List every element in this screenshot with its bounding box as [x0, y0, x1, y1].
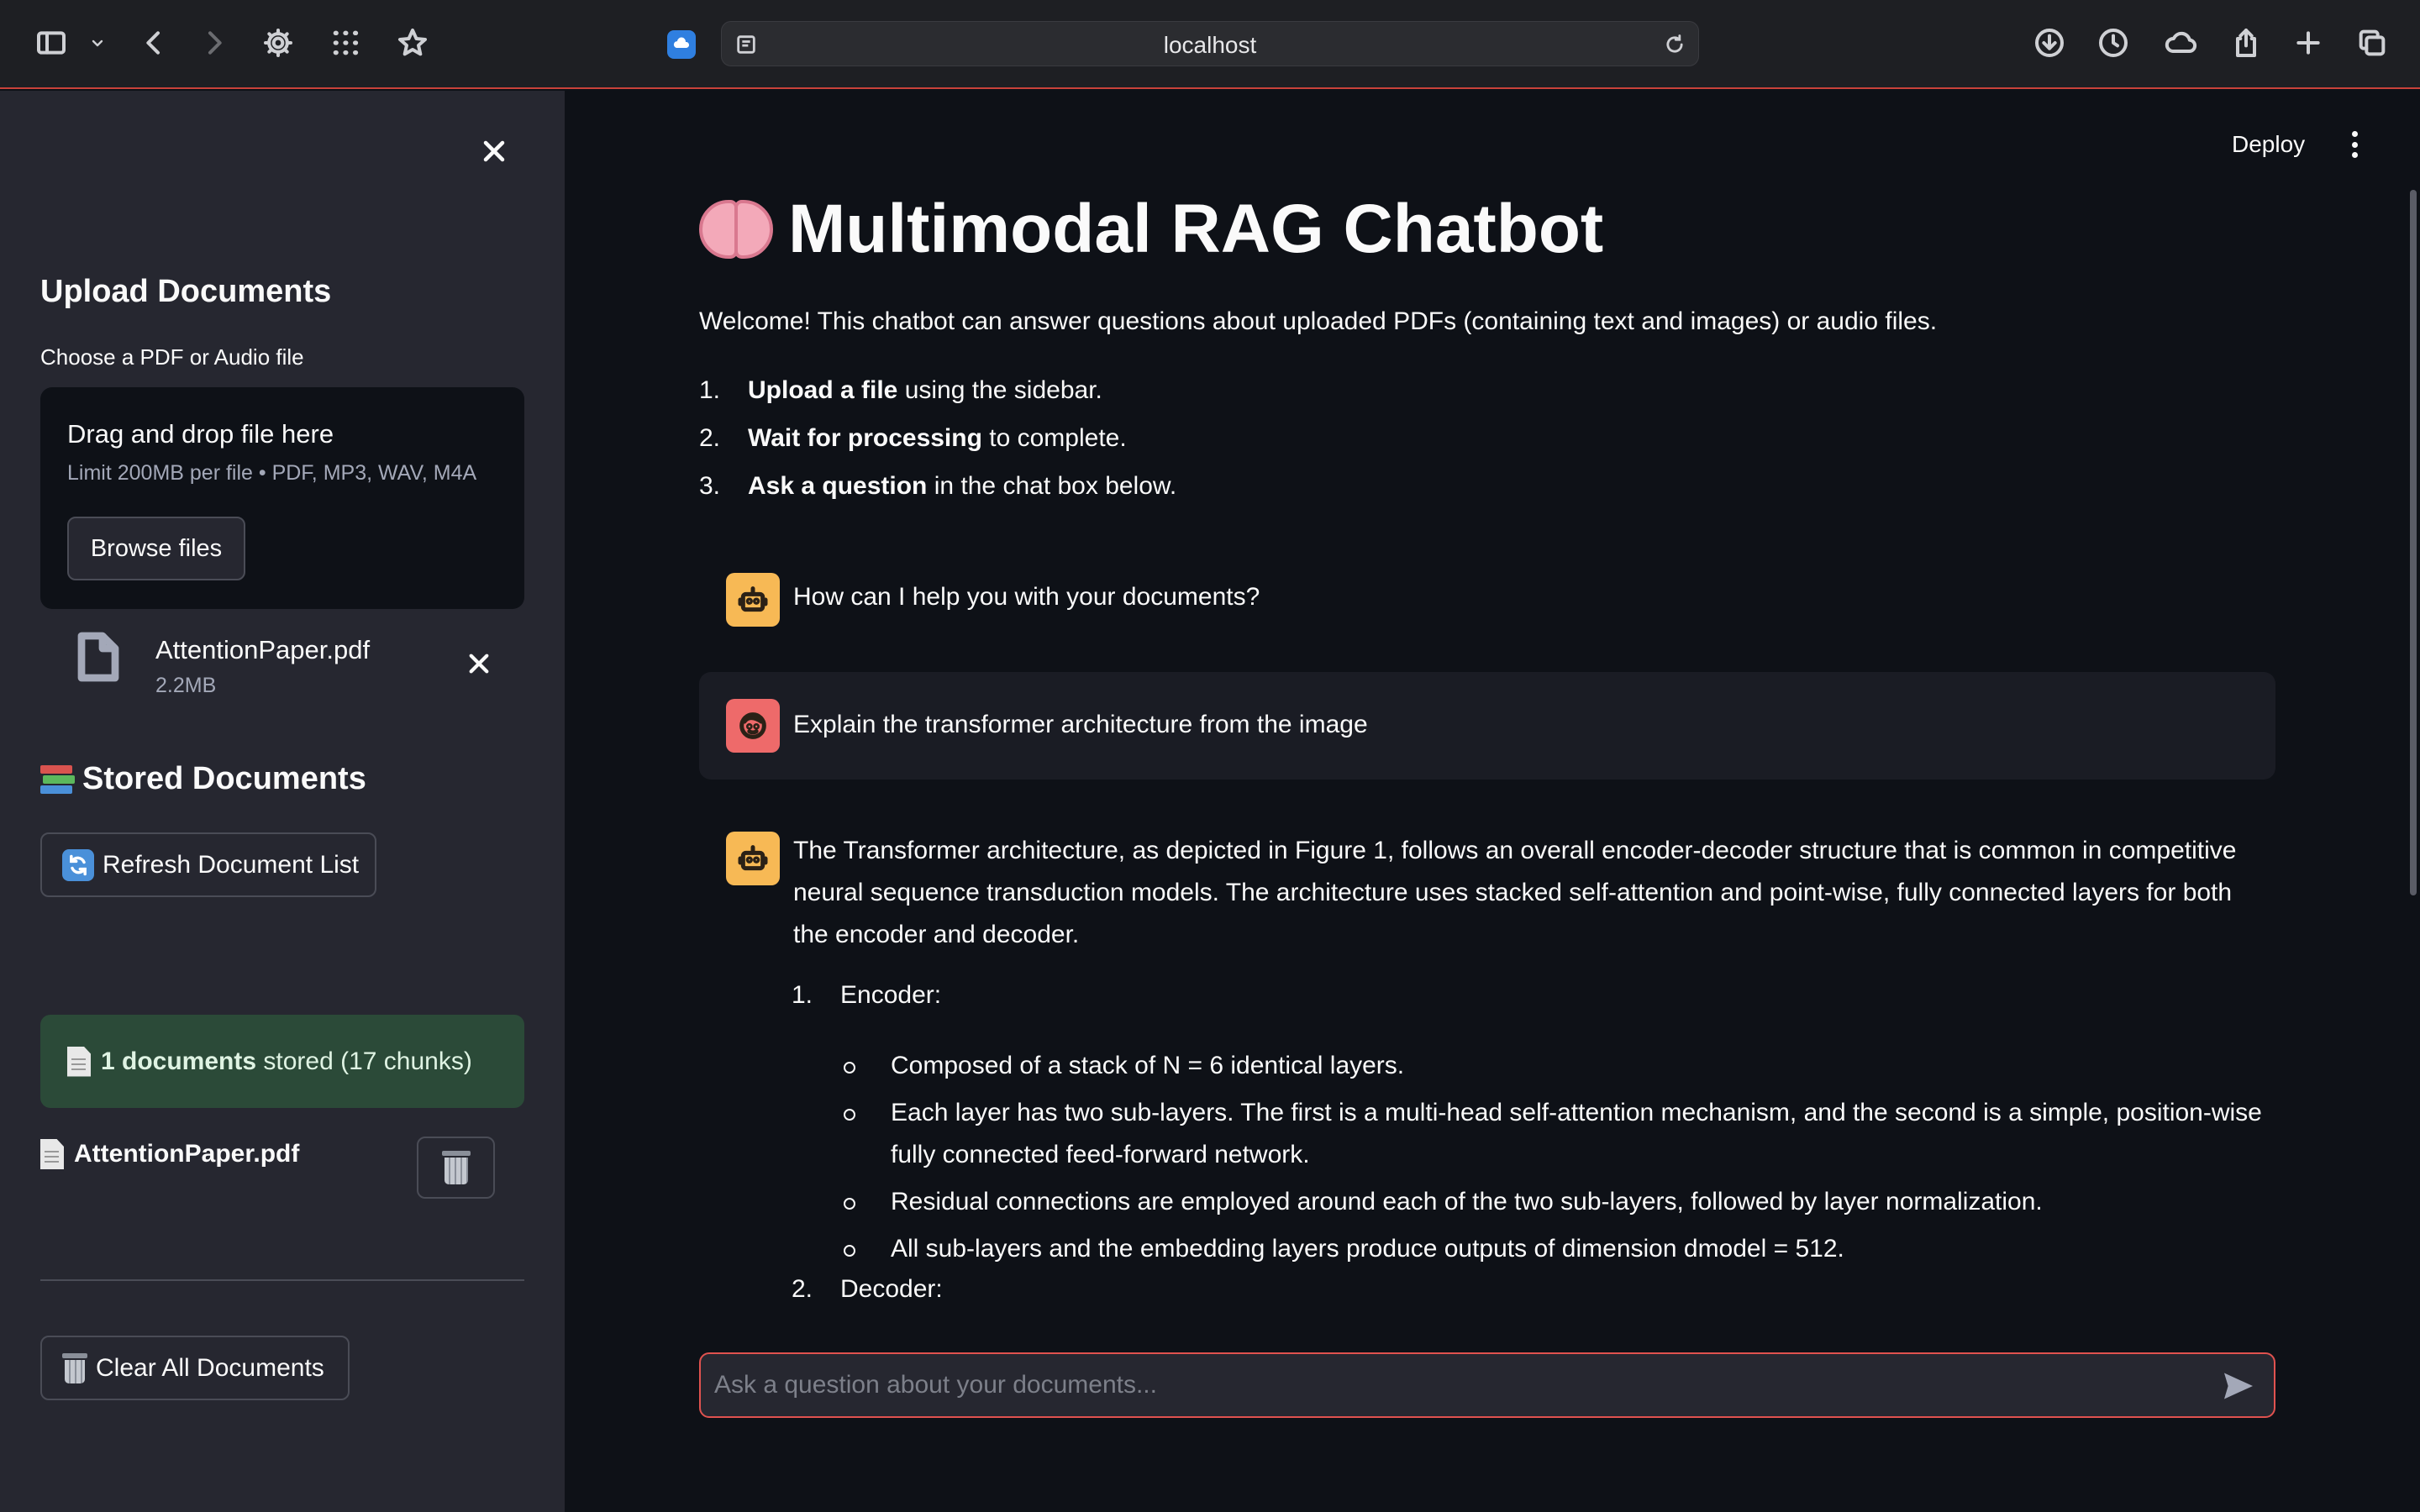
documents-chunks: stored (17 chunks): [256, 1047, 472, 1075]
user-message: Explain the transformer architecture fro…: [699, 672, 2275, 780]
list-item: Each layer has two sub-layers. The first…: [792, 1092, 2270, 1176]
stored-document-name: AttentionPaper.pdf: [74, 1140, 300, 1168]
stored-document-item: AttentionPaper.pdf: [40, 1139, 299, 1169]
assistant-message-text: How can I help you with your documents?: [793, 583, 1260, 611]
close-sidebar-icon[interactable]: [476, 133, 513, 170]
brain-icon: [699, 198, 773, 260]
documents-count: 1 documents: [101, 1047, 257, 1075]
file-dropzone[interactable]: Drag and drop file here Limit 200MB per …: [40, 387, 524, 609]
assistant-answer-intro: The Transformer architecture, as depicte…: [793, 837, 2237, 948]
delete-document-button[interactable]: [417, 1137, 495, 1199]
address-bar[interactable]: localhost: [721, 21, 1699, 66]
clear-all-documents-button[interactable]: Clear All Documents: [40, 1336, 350, 1400]
grid-icon[interactable]: [324, 22, 366, 64]
browser-toolbar: localhost: [0, 0, 2420, 89]
trash-icon: [62, 1352, 87, 1383]
refresh-icon: [62, 848, 94, 881]
page-title: Multimodal RAG Chatbot: [699, 190, 1603, 269]
robot-icon: [726, 832, 780, 885]
gear-icon[interactable]: [257, 22, 299, 64]
list-item: Composed of a stack of N = 6 identical l…: [792, 1045, 2270, 1087]
assistant-message: How can I help you with your documents?: [699, 554, 2275, 645]
chevron-down-icon[interactable]: [86, 22, 109, 64]
page-title-text: Multimodal RAG Chatbot: [788, 191, 1604, 267]
sidebar-toggle-icon[interactable]: [30, 22, 72, 64]
section-title: Decoder:: [840, 1275, 943, 1303]
clear-all-label: Clear All Documents: [96, 1353, 324, 1382]
answer-section: 1. Encoder:: [792, 981, 942, 1009]
forward-icon[interactable]: [193, 22, 235, 64]
main-content: Deploy Multimodal RAG Chatbot Welcome! T…: [565, 91, 2420, 1512]
trash-icon: [441, 1151, 471, 1184]
answer-section: 2. Decoder:: [792, 1275, 943, 1303]
instructions-list: 1. Upload a file using the sidebar. 2. W…: [699, 376, 1176, 520]
instruction-item: 2. Wait for processing to complete.: [699, 424, 1127, 452]
scrollbar[interactable]: [2410, 190, 2417, 895]
browse-files-button[interactable]: Browse files: [67, 517, 245, 580]
stored-documents-heading: Stored Documents: [40, 761, 366, 797]
url-text: localhost: [1163, 32, 1257, 58]
welcome-text: Welcome! This chatbot can answer questio…: [699, 307, 1938, 335]
new-tab-icon[interactable]: [2287, 22, 2329, 64]
sidebar: Upload Documents Choose a PDF or Audio f…: [0, 91, 565, 1512]
share-icon[interactable]: [2225, 22, 2267, 64]
history-icon[interactable]: [2092, 22, 2134, 64]
main-menu-icon[interactable]: [2346, 128, 2363, 161]
uploaded-file: AttentionPaper.pdf 2.2MB: [40, 622, 524, 697]
instruction-item: 3. Ask a question in the chat box below.: [699, 472, 1177, 500]
stored-heading-text: Stored Documents: [82, 761, 366, 796]
robot-icon: [726, 573, 780, 627]
cloud-icon[interactable]: [2160, 22, 2202, 64]
answer-list: 1. Encoder: Composed of a stack of N = 6…: [792, 981, 2270, 1322]
upload-heading: Upload Documents: [40, 274, 332, 309]
refresh-document-list-button[interactable]: Refresh Document List: [40, 832, 376, 897]
tab-overview-icon[interactable]: [2351, 22, 2393, 64]
documents-status-banner: 1 documents stored (17 chunks): [40, 1015, 524, 1108]
user-message-text: Explain the transformer architecture fro…: [793, 711, 1368, 738]
star-icon[interactable]: [392, 22, 434, 64]
sidebar-divider: [40, 1279, 524, 1281]
document-icon: [67, 1046, 91, 1077]
chat-input-box[interactable]: [699, 1352, 2275, 1418]
refresh-label: Refresh Document List: [103, 850, 360, 879]
dropzone-limit: Limit 200MB per file • PDF, MP3, WAV, M4…: [67, 461, 477, 485]
back-icon[interactable]: [133, 22, 175, 64]
instruction-item: 1. Upload a file using the sidebar.: [699, 376, 1102, 404]
document-icon: [40, 1139, 64, 1169]
extension-icon[interactable]: [667, 30, 696, 59]
face-icon: [726, 699, 780, 753]
uploaded-file-size: 2.2MB: [155, 674, 217, 697]
list-item: All sub-layers and the embedding layers …: [792, 1228, 2270, 1270]
section-title: Encoder:: [840, 981, 942, 1009]
chat-input[interactable]: [714, 1354, 2193, 1416]
file-icon: [77, 632, 119, 682]
uploaded-file-name: AttentionPaper.pdf: [155, 635, 371, 664]
deploy-button[interactable]: Deploy: [2232, 131, 2305, 158]
file-uploader-label: Choose a PDF or Audio file: [40, 344, 304, 370]
reload-icon[interactable]: [1660, 29, 1690, 60]
books-icon: [40, 764, 75, 795]
send-icon[interactable]: [2222, 1371, 2255, 1401]
list-item: Residual connections are employed around…: [792, 1181, 2270, 1223]
download-icon[interactable]: [2028, 22, 2070, 64]
dropzone-title: Drag and drop file here: [67, 419, 334, 449]
remove-file-icon[interactable]: [462, 647, 496, 680]
